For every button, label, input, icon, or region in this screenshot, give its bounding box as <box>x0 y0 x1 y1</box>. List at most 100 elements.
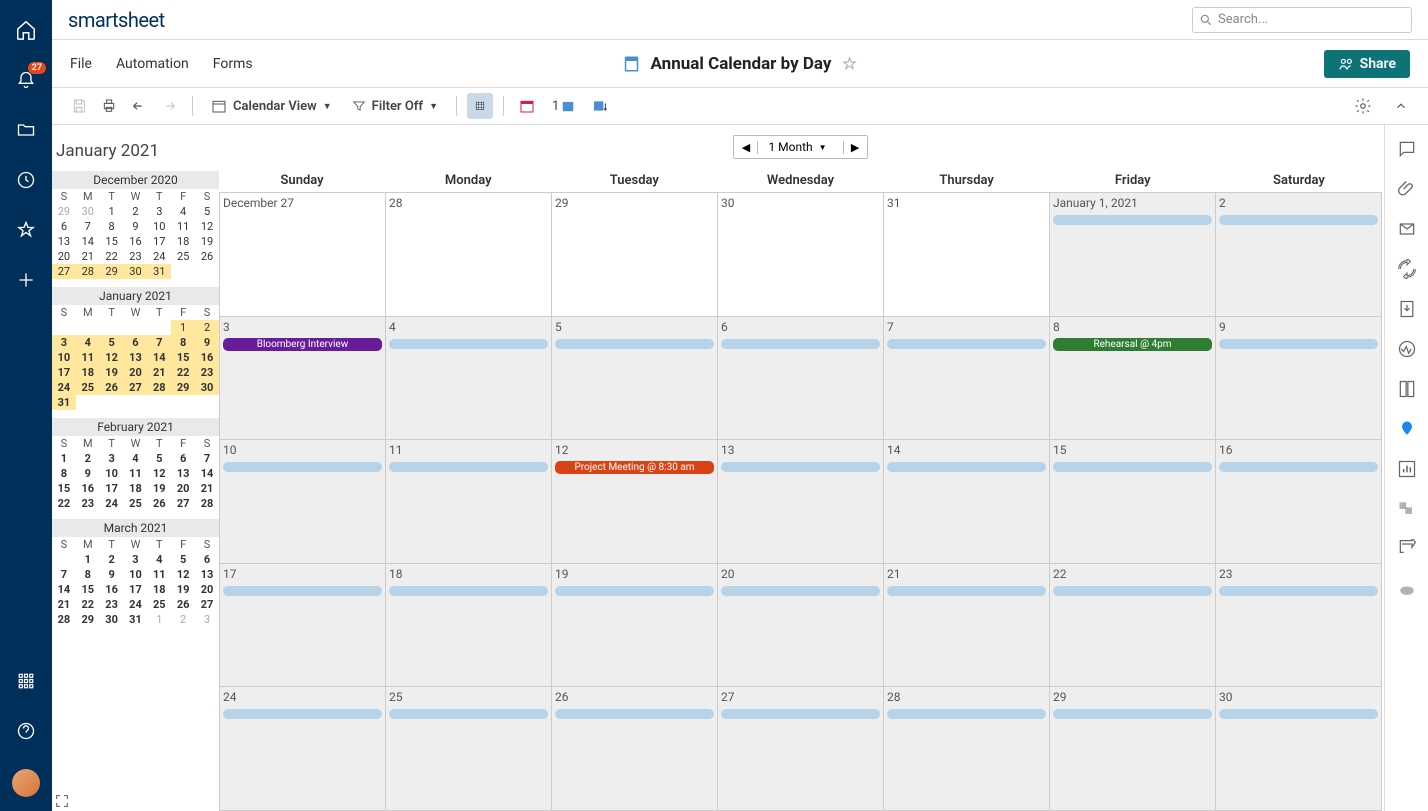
mini-day[interactable]: 27 <box>124 380 148 395</box>
mini-day[interactable]: 7 <box>76 219 100 234</box>
publish-icon[interactable] <box>1397 299 1417 319</box>
mini-day[interactable]: 18 <box>147 582 171 597</box>
filter-selector[interactable]: Filter Off ▼ <box>344 96 446 117</box>
mini-day[interactable]: 2 <box>124 204 148 219</box>
event-bar[interactable] <box>887 339 1046 349</box>
avatar[interactable] <box>12 769 40 797</box>
mini-day[interactable]: 2 <box>100 552 124 567</box>
mini-day[interactable]: 20 <box>124 365 148 380</box>
star-icon[interactable] <box>841 56 857 72</box>
calendar-day[interactable]: 7 <box>884 317 1050 441</box>
menu-forms[interactable]: Forms <box>213 56 253 72</box>
mini-day[interactable]: 19 <box>195 234 219 249</box>
view-selector[interactable]: Calendar View ▼ <box>203 95 340 117</box>
folder-icon[interactable] <box>14 118 38 142</box>
favorites-icon[interactable] <box>14 218 38 242</box>
event-bar[interactable] <box>887 709 1046 719</box>
mini-day[interactable]: 12 <box>100 350 124 365</box>
event-bar[interactable] <box>721 586 880 596</box>
mini-day[interactable]: 4 <box>124 451 148 466</box>
mini-day[interactable]: 14 <box>147 350 171 365</box>
event-bar[interactable] <box>721 339 880 349</box>
event-bar[interactable] <box>555 586 714 596</box>
mini-day[interactable]: 22 <box>76 597 100 612</box>
fullscreen-icon[interactable] <box>54 793 70 809</box>
mini-day[interactable]: 4 <box>171 204 195 219</box>
mini-day[interactable]: 4 <box>76 335 100 350</box>
mini-day[interactable]: 24 <box>52 380 76 395</box>
mini-day[interactable]: 13 <box>124 350 148 365</box>
mini-day[interactable]: 14 <box>76 234 100 249</box>
mini-day[interactable]: 31 <box>147 264 171 279</box>
mini-day[interactable]: 22 <box>100 249 124 264</box>
mini-day[interactable]: 27 <box>195 597 219 612</box>
mini-day[interactable]: 26 <box>171 597 195 612</box>
mini-day[interactable]: 15 <box>52 481 76 496</box>
calendar-day[interactable]: 21 <box>884 564 1050 688</box>
mini-day[interactable]: 9 <box>76 466 100 481</box>
resource-mgmt-icon[interactable] <box>1397 499 1417 519</box>
mini-day[interactable]: 20 <box>195 582 219 597</box>
calendar-day[interactable]: 3Bloomberg Interview <box>220 317 386 441</box>
mini-day[interactable]: 6 <box>124 335 148 350</box>
calendar-day[interactable]: 29 <box>552 193 718 317</box>
mini-day[interactable]: 10 <box>124 567 148 582</box>
event[interactable]: Rehearsal @ 4pm <box>1053 338 1212 351</box>
comments-icon[interactable] <box>1397 139 1417 159</box>
redo-icon[interactable] <box>156 93 182 119</box>
event-bar[interactable] <box>1053 709 1212 719</box>
mini-day[interactable]: 3 <box>147 204 171 219</box>
mini-day[interactable]: 6 <box>195 552 219 567</box>
calendar-day[interactable]: 22 <box>1050 564 1216 688</box>
calendar-day[interactable]: 17 <box>220 564 386 688</box>
event-bar[interactable] <box>887 462 1046 472</box>
calendar-day[interactable]: 11 <box>386 440 552 564</box>
mini-day[interactable]: 15 <box>76 582 100 597</box>
mini-day[interactable]: 1 <box>52 451 76 466</box>
calendar-day[interactable]: 23 <box>1216 564 1382 688</box>
mini-day[interactable]: 27 <box>52 264 76 279</box>
apps-icon[interactable] <box>14 669 38 693</box>
event-bar[interactable] <box>887 586 1046 596</box>
mini-day[interactable]: 1 <box>100 204 124 219</box>
mini-day[interactable]: 13 <box>171 466 195 481</box>
mini-day[interactable]: 16 <box>76 481 100 496</box>
calendar-day[interactable]: 24 <box>220 687 386 811</box>
event[interactable]: Bloomberg Interview <box>223 338 382 351</box>
mini-day[interactable]: 21 <box>76 249 100 264</box>
event-bar[interactable] <box>1219 709 1378 719</box>
mini-day[interactable]: 30 <box>124 264 148 279</box>
range-selector[interactable]: 1 Month▼ <box>758 140 842 154</box>
pivot-icon[interactable] <box>1397 539 1417 559</box>
calendar-day[interactable]: 16 <box>1216 440 1382 564</box>
mini-day[interactable]: 31 <box>52 395 76 410</box>
mini-day[interactable]: 17 <box>124 582 148 597</box>
grid-layout-icon[interactable] <box>467 93 493 119</box>
mini-day[interactable]: 1 <box>171 320 195 335</box>
mini-day[interactable]: 5 <box>100 335 124 350</box>
mini-day[interactable]: 2 <box>195 320 219 335</box>
mini-day[interactable]: 11 <box>76 350 100 365</box>
mini-day[interactable]: 8 <box>52 466 76 481</box>
mini-day[interactable]: 5 <box>147 451 171 466</box>
mini-day[interactable]: 9 <box>100 567 124 582</box>
mini-day[interactable]: 23 <box>76 496 100 511</box>
mini-day[interactable]: 24 <box>147 249 171 264</box>
mini-day[interactable]: 25 <box>147 597 171 612</box>
next-button[interactable]: ▶ <box>843 141 867 154</box>
proof-icon[interactable] <box>1397 219 1417 239</box>
event-bar[interactable] <box>721 462 880 472</box>
mini-day[interactable]: 7 <box>195 451 219 466</box>
mini-day[interactable]: 10 <box>147 219 171 234</box>
calendar-day[interactable]: 27 <box>718 687 884 811</box>
mini-day[interactable]: 14 <box>195 466 219 481</box>
calendar-day[interactable]: 6 <box>718 317 884 441</box>
mini-day[interactable]: 9 <box>195 335 219 350</box>
mini-day[interactable]: 24 <box>124 597 148 612</box>
mini-day[interactable]: 25 <box>76 380 100 395</box>
home-icon[interactable] <box>14 18 38 42</box>
mini-day[interactable]: 29 <box>100 264 124 279</box>
calendar-day[interactable]: 20 <box>718 564 884 688</box>
mini-day[interactable]: 16 <box>195 350 219 365</box>
share-button[interactable]: Share <box>1324 50 1410 78</box>
